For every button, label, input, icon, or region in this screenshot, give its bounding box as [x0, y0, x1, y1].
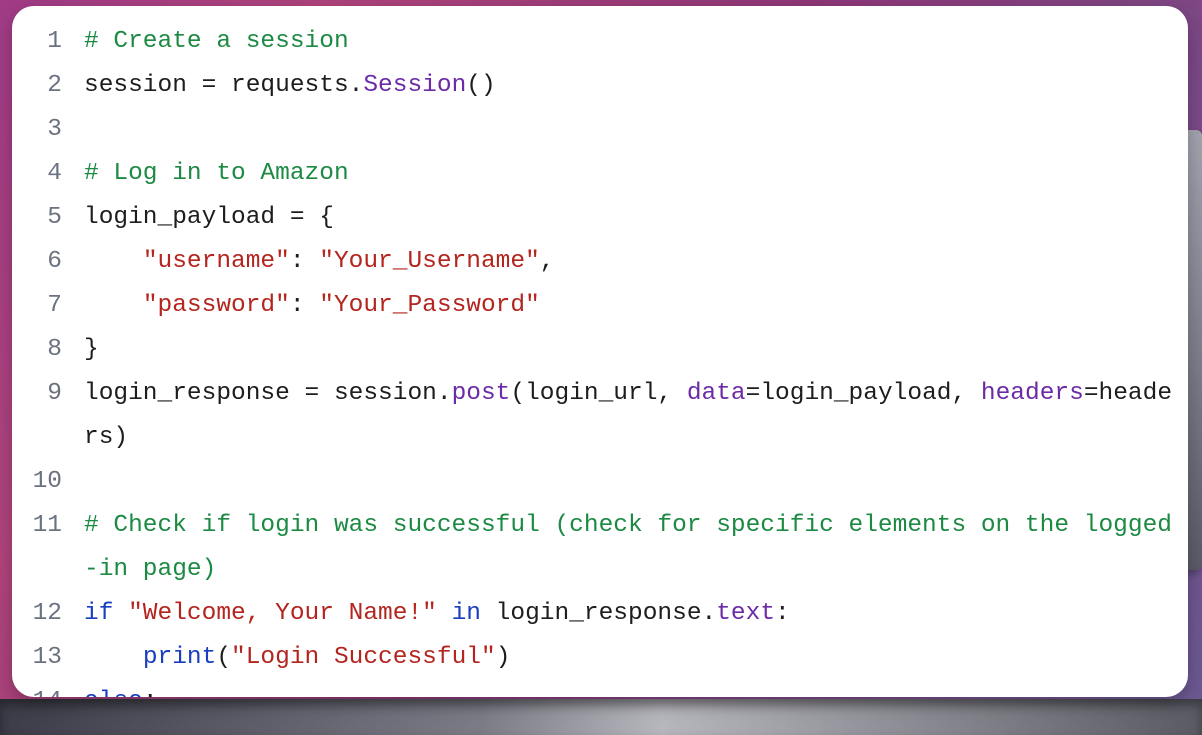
- code-token: data: [687, 380, 746, 407]
- code-token: "username": [143, 248, 290, 275]
- code-token: login_url: [525, 380, 657, 407]
- code-token: print: [143, 644, 217, 671]
- code-token: =: [187, 72, 231, 99]
- code-token: :: [143, 688, 158, 697]
- line-number: 13: [20, 636, 62, 680]
- code-line: login_payload = {: [84, 196, 1180, 240]
- code-token: =: [290, 380, 334, 407]
- code-token: in: [452, 600, 481, 627]
- code-token: session: [334, 380, 437, 407]
- code-token: [113, 600, 128, 627]
- code-line: if "Welcome, Your Name!" in login_respon…: [84, 592, 1180, 636]
- code-token: .: [437, 380, 452, 407]
- code-line: "username": "Your_Username",: [84, 240, 1180, 284]
- code-token: "password": [143, 292, 290, 319]
- line-number: 10: [20, 460, 62, 504]
- code-line: # Check if login was successful (check f…: [84, 504, 1180, 592]
- code-token: =: [275, 204, 319, 231]
- code-token: ): [496, 644, 511, 671]
- code-token: :: [290, 292, 319, 319]
- code-token: (: [216, 644, 231, 671]
- line-number: [20, 416, 62, 460]
- code-token: session: [84, 72, 187, 99]
- code-line: else:: [84, 680, 1180, 697]
- code-token: login_payload: [84, 204, 275, 231]
- code-line: [84, 108, 1180, 152]
- code-token: =: [1084, 380, 1099, 407]
- code-token: ): [113, 424, 128, 451]
- code-token: post: [452, 380, 511, 407]
- code-token: else: [84, 688, 143, 697]
- code-token: headers: [981, 380, 1084, 407]
- line-number: 14: [20, 680, 62, 697]
- code-token: .: [349, 72, 364, 99]
- line-number: 6: [20, 240, 62, 284]
- code-token: ,: [951, 380, 980, 407]
- code-token: # Check if login was successful (check f…: [84, 512, 1172, 583]
- code-token: [84, 248, 143, 275]
- code-token: (: [510, 380, 525, 407]
- code-token: [84, 644, 143, 671]
- code-token: "Your_Password": [319, 292, 540, 319]
- code-token: ,: [540, 248, 555, 275]
- code-token: :: [775, 600, 790, 627]
- code-token: login_response: [481, 600, 702, 627]
- code-token: if: [84, 600, 113, 627]
- code-token: text: [716, 600, 775, 627]
- code-block-card: 123456789101112131415 # Create a session…: [12, 6, 1188, 697]
- line-number: 3: [20, 108, 62, 152]
- code-lines[interactable]: # Create a sessionsession = requests.Ses…: [70, 20, 1180, 697]
- line-number: [20, 548, 62, 592]
- code-token: =: [746, 380, 761, 407]
- code-token: .: [702, 600, 717, 627]
- code-token: :: [290, 248, 319, 275]
- code-line: # Create a session: [84, 20, 1180, 64]
- code-token: login_payload: [760, 380, 951, 407]
- line-number: 8: [20, 328, 62, 372]
- line-number: 9: [20, 372, 62, 416]
- code-line: session = requests.Session(): [84, 64, 1180, 108]
- line-number: 2: [20, 64, 62, 108]
- code-token: [84, 292, 143, 319]
- code-area: 123456789101112131415 # Create a session…: [20, 20, 1180, 697]
- line-number: 1: [20, 20, 62, 64]
- code-line: }: [84, 328, 1180, 372]
- line-number: 5: [20, 196, 62, 240]
- code-token: "Your_Username": [319, 248, 540, 275]
- line-number: 11: [20, 504, 62, 548]
- code-token: ,: [657, 380, 686, 407]
- code-token: (): [466, 72, 495, 99]
- background-decoration-bottom: [0, 699, 1202, 735]
- code-token: # Create a session: [84, 28, 349, 55]
- code-line: [84, 460, 1180, 504]
- code-token: }: [84, 336, 99, 363]
- code-line: login_response = session.post(login_url,…: [84, 372, 1180, 460]
- code-token: "Welcome, Your Name!": [128, 600, 437, 627]
- line-number: 7: [20, 284, 62, 328]
- line-number: 4: [20, 152, 62, 196]
- code-token: # Log in to Amazon: [84, 160, 349, 187]
- code-line: "password": "Your_Password": [84, 284, 1180, 328]
- code-token: {: [319, 204, 334, 231]
- code-token: Session: [363, 72, 466, 99]
- code-token: [437, 600, 452, 627]
- code-token: requests: [231, 72, 349, 99]
- code-line: print("Login Successful"): [84, 636, 1180, 680]
- code-token: login_response: [84, 380, 290, 407]
- code-line: # Log in to Amazon: [84, 152, 1180, 196]
- line-number: 12: [20, 592, 62, 636]
- line-number-gutter: 123456789101112131415: [20, 20, 70, 697]
- code-token: "Login Successful": [231, 644, 496, 671]
